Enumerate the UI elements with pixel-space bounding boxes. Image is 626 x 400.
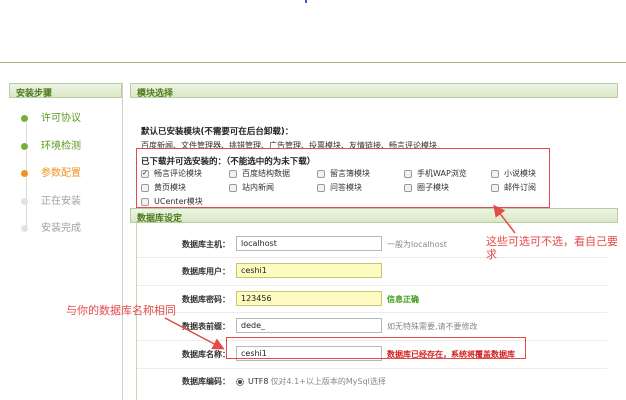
module-guestbook[interactable]: 留言簿模块 [317,168,370,179]
annotation-dbname: 与你的数据库名称相同 [66,304,176,317]
row-divider [137,368,607,369]
db-name-label: 数据库名称： [182,350,230,359]
checkbox-icon[interactable] [491,169,499,178]
db-prefix-row: 数据表前缀： 如无特殊需要,请不要修改 [137,317,607,335]
charset-utf8-radio[interactable]: UTF8 仅对4.1+以上版本的MySql选择 [236,376,386,387]
database-section-title: 数据库设定 [130,208,618,224]
modules-section: 默认已安装模块(不需要可在后台卸载)： 百度新闻、文件管理器、挑错管理、广告管理… [130,98,618,222]
module-label: UCenter模块 [154,197,203,206]
checkbox-icon[interactable] [404,183,412,192]
module-yellowpage[interactable]: 黄页模块 [141,182,186,193]
row-divider [137,285,607,286]
step-label: 环境检测 [41,140,81,152]
step-label: 正在安装 [41,195,81,207]
checkbox-icon[interactable] [317,183,325,192]
default-installed-heading: 默认已安装模块(不需要可在后台卸载)： [141,127,294,137]
module-label: 问答模块 [330,183,362,192]
module-label: 百度结构数据 [242,169,290,178]
module-mail-subscribe[interactable]: 邮件订阅 [491,182,536,193]
step-license: 许可协议 [21,112,122,140]
step-dot-icon [21,225,28,232]
step-installing: 正在安装 [21,195,122,223]
checkbox-icon[interactable] [229,169,237,178]
row-divider [137,312,607,313]
db-host-label: 数据库主机： [182,240,230,249]
db-user-input[interactable] [236,263,382,278]
module-circle[interactable]: 圈子模块 [404,182,449,193]
db-user-label: 数据库用户： [182,267,230,276]
module-ucenter[interactable]: UCenter模块 [141,196,203,207]
step-config: 参数配置 [21,167,122,195]
module-changyan[interactable]: ✓ 畅言评论模块 [141,168,202,179]
sidebar-title: 安装步骤 [9,83,122,99]
checkbox-icon[interactable] [141,197,149,206]
install-steps-sidebar: 安装步骤 许可协议 环境检测 参数配置 正在安装 安装完成 [9,83,123,400]
db-prefix-hint: 如无特殊需要,请不要修改 [387,322,478,331]
top-marker [305,0,307,3]
db-host-hint: 一般为localhost [387,240,447,249]
db-password-status: 信息正确 [387,295,419,304]
db-password-label: 数据库密码： [182,295,230,304]
module-label: 小说模块 [504,169,536,178]
optional-heading: 已下载并可选安装的：（不能选中的为未下载） [141,157,316,167]
installer-frame: 安装步骤 许可协议 环境检测 参数配置 正在安装 安装完成 模块选择 默认已安装… [0,62,626,400]
module-label: 邮件订阅 [504,183,536,192]
db-password-input[interactable] [236,291,382,306]
module-label: 圈子模块 [417,183,449,192]
module-baidu-struct[interactable]: 百度结构数据 [229,168,290,179]
charset-option-label: UTF8 [248,377,269,386]
module-wap[interactable]: 手机WAP浏览 [404,168,467,179]
db-prefix-label: 数据表前缀： [182,322,230,331]
checkbox-icon[interactable] [229,183,237,192]
module-site-news[interactable]: 站内新闻 [229,182,274,193]
step-complete: 安装完成 [21,222,122,250]
radio-selected-icon[interactable] [236,377,244,386]
module-novel[interactable]: 小说模块 [491,168,536,179]
charset-note: 仅对4.1+以上版本的MySql选择 [270,377,386,386]
step-dot-icon [21,142,28,150]
module-label: 黄页模块 [154,183,186,192]
annotation-optional-modules: 这些可选可不选，看自己要求 [486,235,618,261]
step-label: 许可协议 [41,113,81,124]
module-label: 手机WAP浏览 [417,169,467,178]
config-main: 模块选择 默认已安装模块(不需要可在后台卸载)： 百度新闻、文件管理器、挑错管理… [130,83,618,400]
step-list: 许可协议 环境检测 参数配置 正在安装 安装完成 [9,98,122,250]
db-charset-row: 数据库编码： UTF8 仅对4.1+以上版本的MySql选择 [137,372,607,390]
step-env-check: 环境检测 [21,140,122,168]
module-label: 站内新闻 [242,183,274,192]
step-dot-icon [21,115,28,122]
step-label: 安装完成 [41,223,81,234]
dbname-highlight [226,337,526,359]
module-label: 留言簿模块 [330,169,370,178]
checkbox-icon[interactable] [404,169,412,178]
module-qa[interactable]: 问答模块 [317,182,362,193]
step-dot-icon [21,197,28,205]
db-password-row: 数据库密码： 信息正确 [137,290,607,308]
checkbox-icon[interactable] [141,183,149,192]
step-dot-icon [21,170,28,177]
modules-section-title: 模块选择 [130,83,618,99]
db-host-input[interactable] [236,236,382,251]
db-user-row: 数据库用户： [137,262,607,280]
db-prefix-input[interactable] [236,318,382,333]
checkbox-icon[interactable] [317,169,325,178]
checkbox-icon[interactable] [491,183,499,192]
checkbox-checked-icon[interactable]: ✓ [141,169,149,178]
step-label: 参数配置 [41,168,81,179]
db-charset-label: 数据库编码： [182,377,230,386]
module-label: 畅言评论模块 [154,169,202,178]
